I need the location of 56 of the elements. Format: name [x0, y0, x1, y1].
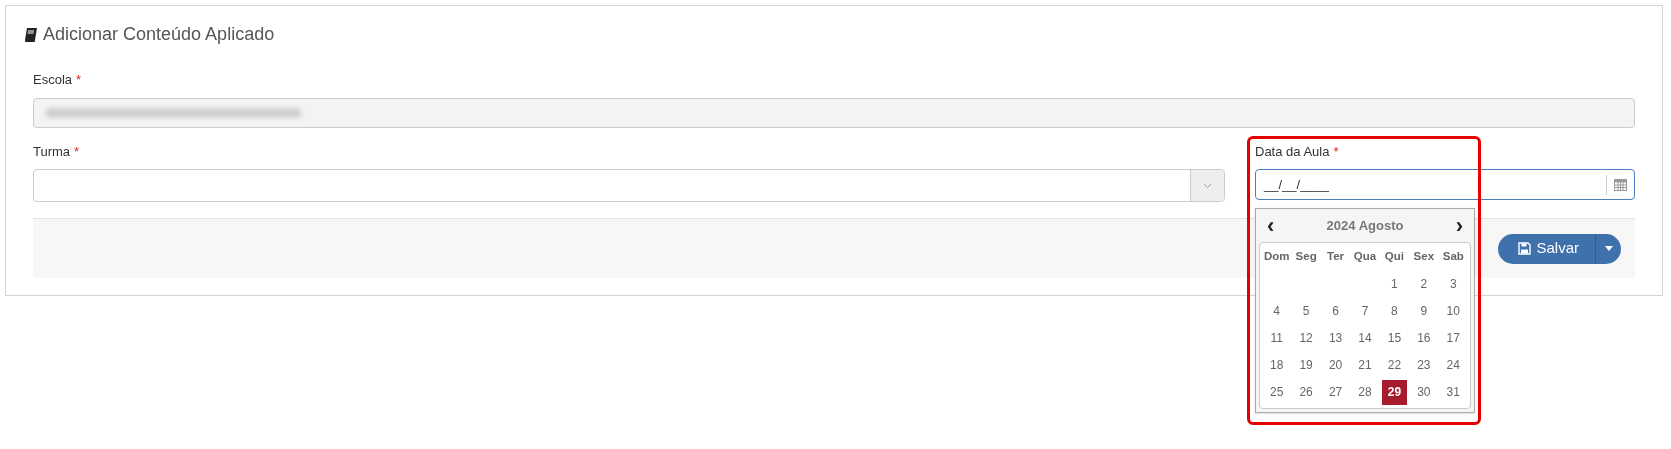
day-cell[interactable]: 31 [1440, 379, 1466, 405]
day-cell[interactable]: 23 [1411, 352, 1437, 378]
day-cell[interactable]: 3 [1440, 271, 1466, 297]
class-select[interactable] [33, 169, 1225, 202]
required-mark: * [76, 71, 82, 89]
day-cell[interactable]: 21 [1352, 352, 1378, 378]
day-cell[interactable]: 16 [1411, 325, 1437, 351]
chevron-down-icon [1203, 182, 1212, 189]
day-cell[interactable]: 26 [1293, 379, 1319, 405]
weekday-header: Qua [1352, 248, 1378, 264]
day-cell[interactable]: 22 [1381, 352, 1407, 378]
day-cell[interactable]: 4 [1264, 298, 1290, 324]
day-cell[interactable]: 19 [1293, 352, 1319, 378]
weekday-header: Ter [1326, 248, 1346, 264]
day-cell[interactable]: 1 [1381, 271, 1407, 297]
weekday-header: Sex [1412, 248, 1436, 264]
dropdown-button[interactable] [1190, 170, 1224, 201]
day-cell[interactable]: 13 [1323, 325, 1349, 351]
day-cell[interactable]: 25 [1264, 379, 1290, 405]
day-cell[interactable]: 9 [1411, 298, 1437, 324]
day-cell[interactable]: 8 [1381, 298, 1407, 324]
weekday-header: Dom [1262, 248, 1291, 264]
weekday-header: Qui [1383, 248, 1405, 264]
day-cell[interactable]: 2 [1411, 271, 1437, 297]
next-month-button[interactable]: › [1455, 214, 1463, 237]
previous-month-button[interactable]: ‹ [1267, 214, 1275, 237]
day-cell[interactable]: 14 [1352, 325, 1378, 351]
day-cell[interactable]: 20 [1323, 352, 1349, 378]
month-title: 2024 Agosto [1326, 216, 1404, 235]
day-cell[interactable]: 29 [1381, 379, 1407, 405]
day-cell[interactable]: 15 [1381, 325, 1407, 351]
day-cell[interactable]: 24 [1440, 352, 1466, 378]
day-cell[interactable]: 27 [1323, 379, 1349, 405]
day-cell[interactable]: 18 [1264, 352, 1290, 378]
date-value-text: __/__/____ [1262, 175, 1331, 194]
book-icon [23, 26, 39, 43]
day-cell[interactable]: 11 [1264, 325, 1290, 351]
field-label: Turma [33, 142, 71, 161]
day-cell[interactable]: 30 [1411, 379, 1437, 405]
required-mark: * [74, 142, 80, 161]
day-cell[interactable]: 7 [1352, 298, 1378, 324]
panel-title: Adicionar Conteúdo Aplicado [43, 23, 275, 46]
day-cell[interactable]: 17 [1440, 325, 1466, 351]
field-label: Escola [33, 71, 73, 89]
weekday-header: Sab [1441, 248, 1465, 264]
weekday-header: Seg [1294, 248, 1318, 264]
date-field[interactable]: __/__/____ [1255, 169, 1635, 200]
day-cell[interactable]: 6 [1323, 298, 1349, 324]
day-cell[interactable]: 5 [1293, 298, 1319, 324]
caret-icon [1604, 246, 1613, 251]
field-label: Data da Aula [1255, 142, 1330, 161]
day-cell[interactable]: 10 [1440, 298, 1466, 324]
day-cell[interactable]: 12 [1293, 325, 1319, 351]
calendar-icon[interactable] [1614, 178, 1627, 191]
day-cell[interactable]: 28 [1352, 379, 1378, 405]
required-mark: * [1333, 142, 1339, 161]
